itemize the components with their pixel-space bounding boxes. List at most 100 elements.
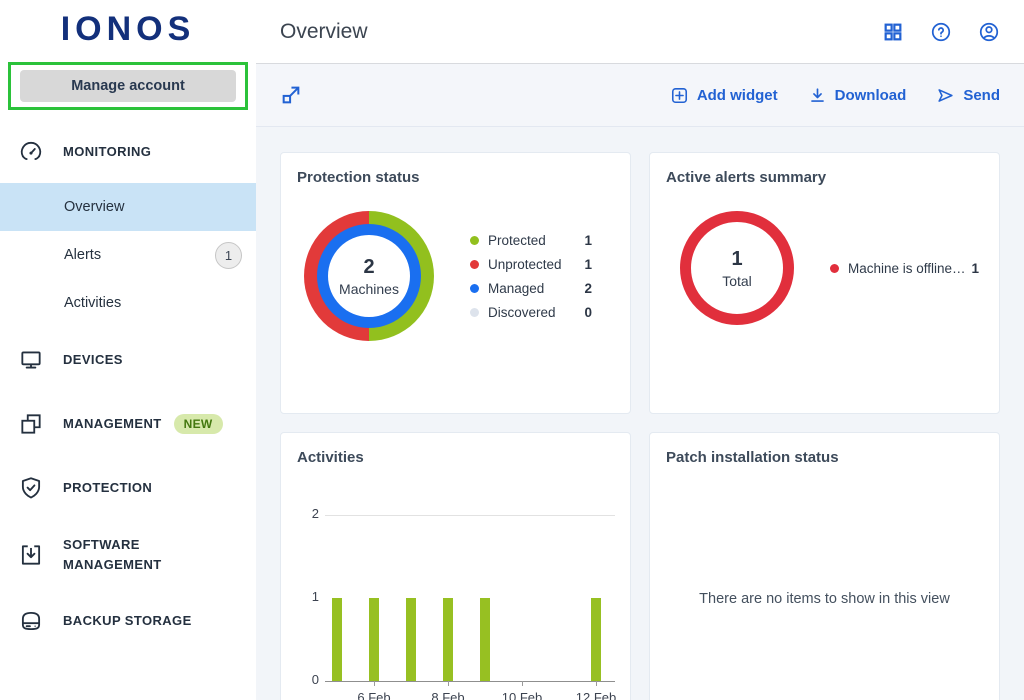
monitoring-sub-list: Overview Alerts 1 Activities — [0, 183, 256, 327]
sidebar-item-software-management[interactable]: SOFTWARE MANAGEMENT — [0, 535, 256, 574]
header-icons — [882, 21, 1000, 43]
y-axis-label: 1 — [297, 589, 319, 604]
sidebar-item-overview[interactable]: Overview — [0, 183, 256, 231]
legend-row: Discovered 0 — [470, 300, 592, 324]
widget-title: Active alerts summary — [666, 169, 983, 186]
activity-bar — [443, 598, 453, 681]
legend-row: Unprotected 1 — [470, 252, 592, 276]
sidebar-item-label: PROTECTION — [63, 478, 152, 498]
machines-count: 2 — [363, 256, 374, 279]
activity-bar — [332, 598, 342, 681]
alerts-total-count: 1 — [731, 248, 742, 271]
top-header: Overview — [256, 0, 1024, 64]
sidebar-item-monitoring[interactable]: MONITORING — [0, 137, 256, 167]
download-icon — [808, 86, 827, 105]
activity-bar — [591, 598, 601, 681]
active-alerts-body: 1 Total Machine is offline… 1 — [666, 211, 983, 325]
annotation-highlight-box: Manage account — [8, 62, 248, 110]
expand-icon[interactable] — [280, 84, 302, 106]
x-axis-label: 10 Feb — [502, 690, 542, 700]
sidebar-item-alerts[interactable]: Alerts 1 — [0, 231, 256, 279]
x-axis-label: 6 Feb — [357, 690, 390, 700]
x-axis-tick — [448, 681, 449, 686]
y-axis-label: 2 — [297, 506, 319, 521]
y-axis-label: 0 — [297, 672, 319, 687]
legend-label: Machine is offline… — [848, 261, 966, 276]
x-axis-label: 12 Feb — [576, 690, 616, 700]
sidebar-item-label: MANAGEMENT — [63, 414, 162, 434]
activities-plot: 0 1 2 6 Feb 8 Feb 10 Feb 12 Feb — [297, 474, 614, 700]
widget-title: Activities — [297, 449, 614, 466]
sidebar-item-protection[interactable]: PROTECTION — [0, 473, 256, 503]
x-axis-tick — [522, 681, 523, 686]
empty-state-message: There are no items to show in this view — [699, 591, 950, 607]
alerts-legend: Machine is offline… 1 — [830, 256, 979, 280]
widgets-grid: Protection status 2 Machines Protect — [256, 127, 1024, 700]
sidebar-item-devices[interactable]: DEVICES — [0, 345, 256, 375]
shield-check-icon — [17, 474, 45, 502]
widget-protection-status: Protection status 2 Machines Protect — [280, 152, 631, 414]
legend-row: Machine is offline… 1 — [830, 256, 979, 280]
widget-active-alerts: Active alerts summary 1 Total Machine is… — [649, 152, 1000, 414]
managed-dot — [470, 284, 479, 293]
alerts-total-label: Total — [722, 273, 752, 289]
x-axis-line — [325, 681, 615, 682]
widget-title: Protection status — [297, 169, 614, 186]
gauge-icon — [17, 138, 45, 166]
account-icon[interactable] — [978, 21, 1000, 43]
page-title: Overview — [280, 20, 368, 44]
software-box-icon — [17, 541, 45, 569]
send-label: Send — [963, 87, 1000, 104]
protection-donut-center: 2 Machines — [328, 235, 410, 317]
send-icon — [936, 86, 955, 105]
download-label: Download — [835, 87, 907, 104]
x-axis-tick — [596, 681, 597, 686]
activity-bar — [369, 598, 379, 681]
sub-item-label: Alerts — [64, 247, 101, 263]
sub-item-label: Activities — [64, 295, 121, 311]
add-widget-button[interactable]: Add widget — [670, 86, 778, 105]
legend-value: 1 — [584, 257, 592, 272]
legend-value: 1 — [584, 233, 592, 248]
protected-dot — [470, 236, 479, 245]
monitor-icon — [17, 346, 45, 374]
legend-row: Protected 1 — [470, 228, 592, 252]
sidebar-item-label: DEVICES — [63, 350, 123, 370]
sidebar-item-label: SOFTWARE MANAGEMENT — [63, 535, 193, 574]
machines-label: Machines — [339, 281, 399, 297]
activity-bar — [480, 598, 490, 681]
legend-label: Discovered — [488, 305, 556, 320]
sidebar-item-activities[interactable]: Activities — [0, 279, 256, 327]
gridline — [325, 515, 615, 516]
dashboard-toolbar: Add widget Download Send — [256, 64, 1024, 127]
alert-dot — [830, 264, 839, 273]
legend-label: Managed — [488, 281, 544, 296]
empty-state: There are no items to show in this view — [666, 483, 983, 700]
sub-item-label: Overview — [64, 199, 124, 215]
download-button[interactable]: Download — [808, 86, 907, 105]
legend-label: Protected — [488, 233, 546, 248]
plus-square-icon — [670, 86, 689, 105]
sidebar-item-management[interactable]: MANAGEMENT NEW — [0, 409, 256, 439]
widget-title: Patch installation status — [666, 449, 983, 466]
discovered-dot — [470, 308, 479, 317]
protection-status-body: 2 Machines Protected 1 Unprotected — [297, 211, 614, 341]
manage-account-button[interactable]: Manage account — [20, 70, 236, 102]
x-axis-tick — [374, 681, 375, 686]
send-button[interactable]: Send — [936, 86, 1000, 105]
sidebar-nav: MONITORING Overview Alerts 1 Activities — [0, 137, 256, 636]
activity-bar — [406, 598, 416, 681]
apps-grid-icon[interactable] — [882, 21, 904, 43]
legend-value: 2 — [584, 281, 592, 296]
main-area: Overview — [256, 0, 1024, 700]
help-icon[interactable] — [930, 21, 952, 43]
unprotected-dot — [470, 260, 479, 269]
protection-legend: Protected 1 Unprotected 1 Managed 2 — [470, 228, 592, 324]
alerts-ring: 1 Total — [680, 211, 794, 325]
widget-patch-status: Patch installation status There are no i… — [649, 432, 1000, 700]
sidebar-item-label: BACKUP STORAGE — [63, 611, 192, 631]
x-axis-label: 8 Feb — [431, 690, 464, 700]
legend-row: Managed 2 — [470, 276, 592, 300]
legend-label: Unprotected — [488, 257, 562, 272]
sidebar-item-backup-storage[interactable]: BACKUP STORAGE — [0, 606, 256, 636]
